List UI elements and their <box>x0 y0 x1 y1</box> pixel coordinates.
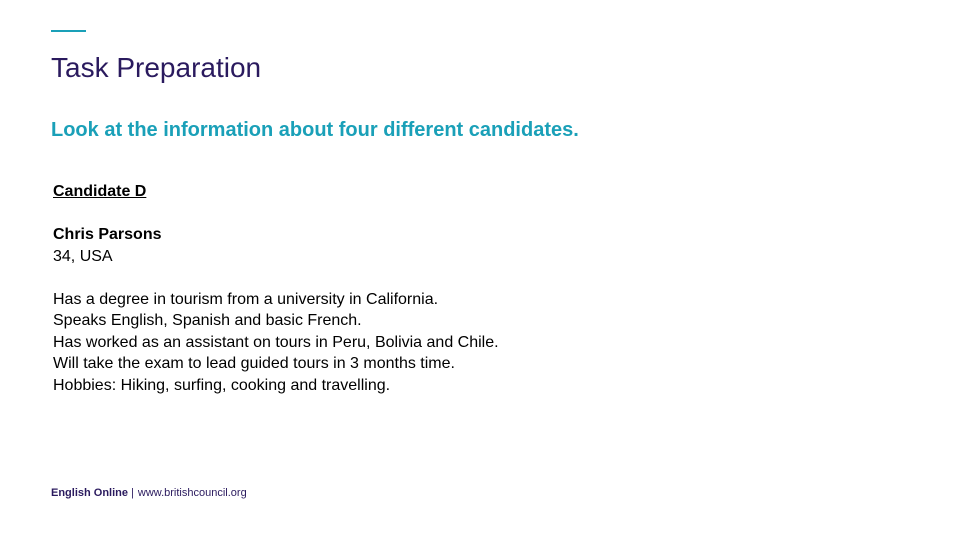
accent-line <box>51 30 86 32</box>
candidate-detail: Hobbies: Hiking, surfing, cooking and tr… <box>53 376 391 394</box>
candidate-card: Candidate D Chris Parsons 34, USA Has a … <box>53 181 913 396</box>
candidate-name: Chris Parsons <box>53 226 162 243</box>
footer-url[interactable]: www.britishcouncil.org <box>138 487 247 499</box>
candidate-detail: Will take the exam to lead guided tours … <box>53 355 455 372</box>
footer-brand: English Online <box>51 487 129 499</box>
candidate-heading: Candidate D <box>53 183 147 200</box>
footer: English Online | www.britishcouncil.org <box>51 487 247 499</box>
candidate-detail: Has worked as an assistant on tours in P… <box>53 333 499 351</box>
candidate-detail: Speaks English, Spanish and basic French… <box>53 312 362 329</box>
candidate-age-country: 34, USA <box>53 247 113 265</box>
footer-separator: | <box>131 487 134 499</box>
page-title: Task Preparation <box>51 52 262 83</box>
slide-subtitle: Look at the information about four diffe… <box>51 119 579 141</box>
candidate-detail: Has a degree in tourism from a universit… <box>53 290 439 308</box>
